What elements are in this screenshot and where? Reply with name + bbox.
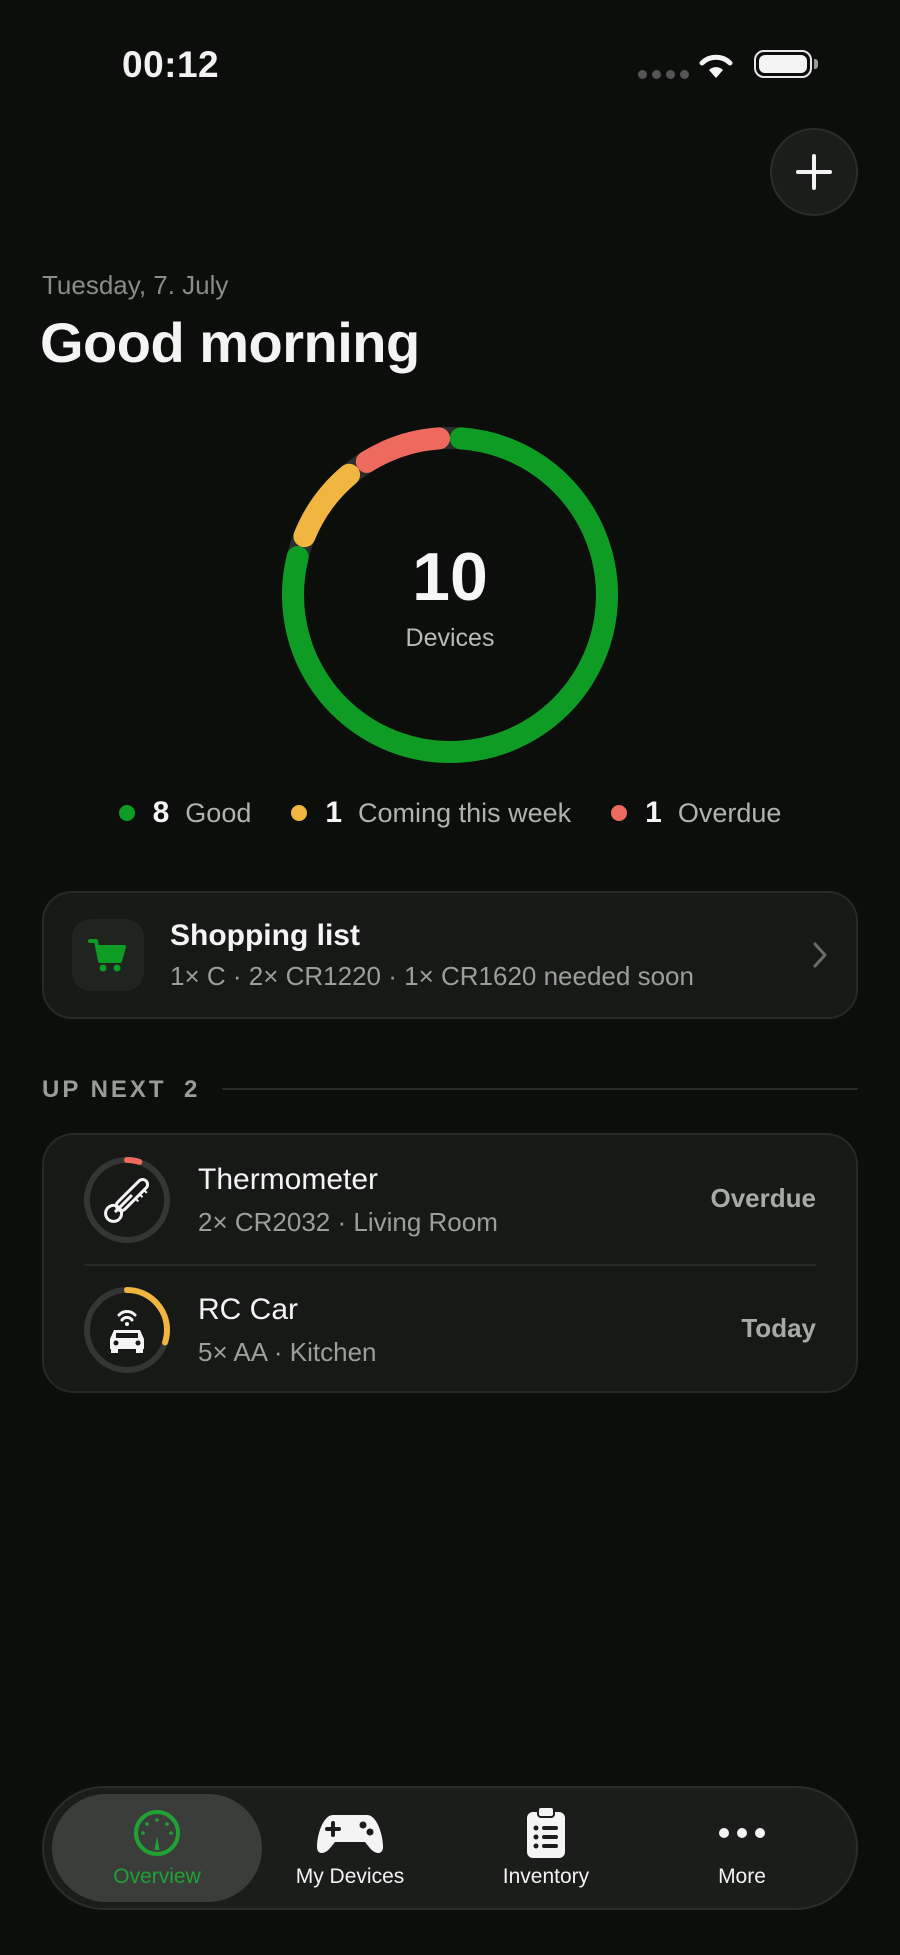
greeting-title: Good morning xyxy=(40,311,420,374)
shopping-list-subtitle: 1× C · 2× CR1220 · 1× CR1620 needed soon xyxy=(170,960,694,991)
legend-label: Coming this week xyxy=(358,797,572,828)
legend-dot-good xyxy=(118,805,135,821)
tab-label: Inventory xyxy=(502,1865,590,1888)
cart-icon xyxy=(72,919,144,991)
shopping-list-card[interactable]: Shopping list 1× C · 2× CR1220 · 1× CR16… xyxy=(42,891,858,1019)
legend-count: 1 xyxy=(325,796,343,829)
device-name: RC Car xyxy=(198,1293,299,1326)
thermometer-icon xyxy=(104,1177,150,1223)
list-item[interactable]: Thermometer 2× CR2032 · Living Room Over… xyxy=(44,1135,856,1266)
device-count-label: Devices xyxy=(405,624,495,652)
up-next-divider xyxy=(222,1088,858,1090)
clipboard-icon xyxy=(525,1806,567,1859)
up-next-count: 2 xyxy=(184,1076,198,1103)
up-next-heading: UP NEXT xyxy=(42,1076,167,1103)
plus-icon xyxy=(796,154,832,190)
rc-car-progress-ring xyxy=(84,1287,170,1373)
device-details: 2× CR2032 · Living Room xyxy=(198,1207,498,1237)
rc-car-icon xyxy=(110,1310,144,1353)
legend-coming-this-week: 1 Coming this week xyxy=(291,796,571,830)
legend-good: 8 Good xyxy=(118,796,252,830)
legend-count: 1 xyxy=(645,796,662,829)
thermometer-progress-ring xyxy=(84,1157,170,1243)
cellular-signal-icon xyxy=(638,70,689,79)
status-badge: Today xyxy=(741,1313,816,1343)
legend-count: 8 xyxy=(152,796,170,829)
ellipsis-icon xyxy=(718,1807,766,1859)
tab-bar: Overview My Devices Inventory More xyxy=(42,1786,858,1910)
up-next-list: Thermometer 2× CR2032 · Living Room Over… xyxy=(42,1133,858,1393)
tab-label: My Devices xyxy=(295,1865,405,1888)
device-name: Thermometer xyxy=(198,1163,379,1196)
gamepad-icon xyxy=(315,1807,385,1859)
date-label: Tuesday, 7. July xyxy=(42,270,229,300)
tab-label: More xyxy=(718,1865,766,1888)
device-details: 5× AA · Kitchen xyxy=(198,1337,377,1367)
status-badge: Overdue xyxy=(710,1183,817,1213)
shopping-list-title: Shopping list xyxy=(170,918,360,952)
add-device-button[interactable] xyxy=(770,128,858,216)
ring-segment-overdue xyxy=(355,427,451,473)
tab-label: Overview xyxy=(113,1865,201,1888)
status-legend: 8 Good 1 Coming this week 1 Overdue xyxy=(0,796,900,830)
tab-overview[interactable]: Overview xyxy=(52,1794,262,1902)
device-count: 10 xyxy=(412,539,488,615)
wifi-icon xyxy=(696,48,736,85)
battery-icon xyxy=(754,50,812,78)
battery-cap xyxy=(814,59,818,69)
legend-label: Overdue xyxy=(677,797,782,828)
legend-dot-overdue xyxy=(611,805,628,821)
chevron-right-icon xyxy=(813,942,827,968)
tab-more[interactable]: More xyxy=(642,1794,842,1902)
legend-overdue: 1 Overdue xyxy=(611,796,781,830)
tab-inventory[interactable]: Inventory xyxy=(446,1794,646,1902)
status-time: 00:12 xyxy=(122,44,220,85)
gauge-icon xyxy=(132,1807,182,1859)
legend-label: Good xyxy=(185,797,252,828)
list-item[interactable]: RC Car 5× AA · Kitchen Today xyxy=(44,1265,856,1395)
ring-segment-coming-this-week xyxy=(293,463,361,548)
tab-my-devices[interactable]: My Devices xyxy=(250,1794,450,1902)
legend-dot-coming xyxy=(291,805,308,821)
